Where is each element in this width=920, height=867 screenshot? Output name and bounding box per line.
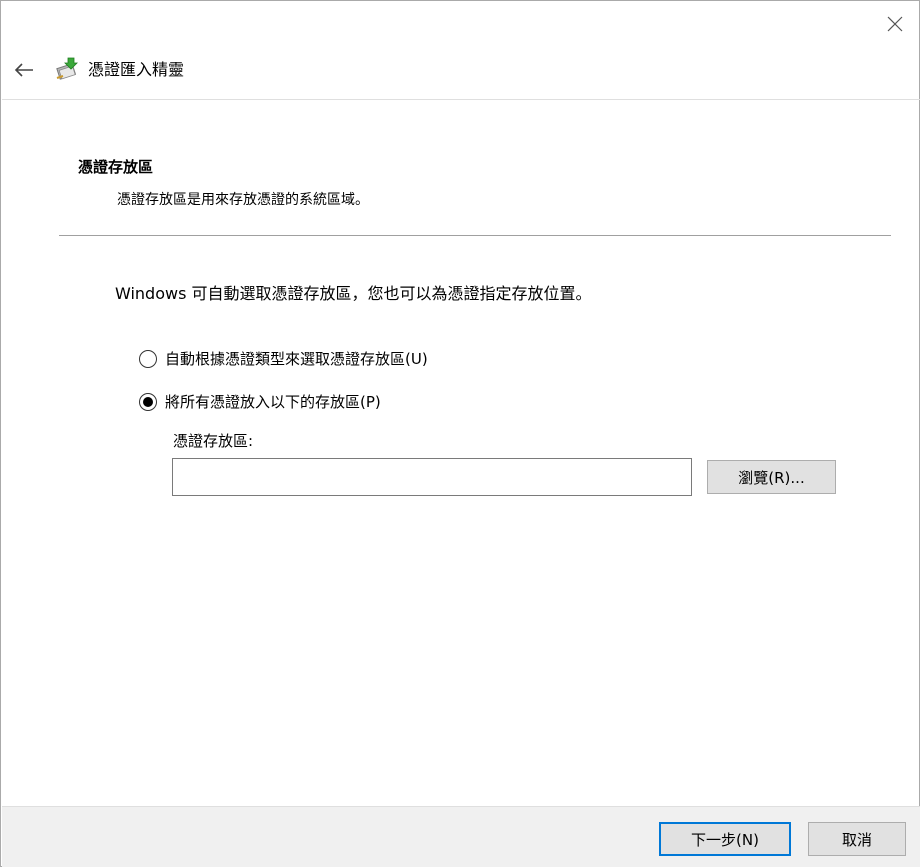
wizard-footer: 下一步(N) 取消 <box>2 806 920 867</box>
certificate-store-field[interactable] <box>172 458 692 496</box>
radio-place-in-store[interactable]: 將所有憑證放入以下的存放區(P) <box>139 391 381 412</box>
radio-button-unselected[interactable] <box>139 349 157 368</box>
wizard-title: 憑證匯入精靈 <box>88 60 185 79</box>
intro-text: Windows 可自動選取憑證存放區，您也可以為憑證指定存放位置。 <box>115 284 592 303</box>
radio-label-place-in-store: 將所有憑證放入以下的存放區(P) <box>165 393 381 411</box>
header-divider <box>59 235 891 236</box>
browse-button[interactable]: 瀏覽(R)... <box>707 460 836 494</box>
radio-button-selected[interactable] <box>139 392 157 411</box>
section-title: 憑證存放區 <box>78 158 154 176</box>
back-button[interactable] <box>10 56 38 84</box>
cancel-button[interactable]: 取消 <box>808 822 906 856</box>
radio-auto-select-store[interactable]: 自動根據憑證類型來選取憑證存放區(U) <box>139 348 428 369</box>
wizard-header: 憑證匯入精靈 <box>2 48 920 100</box>
next-button[interactable]: 下一步(N) <box>659 822 791 856</box>
section-description: 憑證存放區是用來存放憑證的系統區域。 <box>117 192 369 208</box>
radio-label-auto-select: 自動根據憑證類型來選取憑證存放區(U) <box>165 350 428 368</box>
close-button[interactable] <box>873 7 917 41</box>
certificate-store-label: 憑證存放區: <box>173 432 254 450</box>
certificate-import-icon <box>56 57 78 80</box>
certificate-import-wizard-window: 憑證匯入精靈 憑證存放區 憑證存放區是用來存放憑證的系統區域。 Windows … <box>0 0 920 867</box>
close-icon <box>887 16 903 32</box>
back-arrow-icon <box>14 63 33 77</box>
